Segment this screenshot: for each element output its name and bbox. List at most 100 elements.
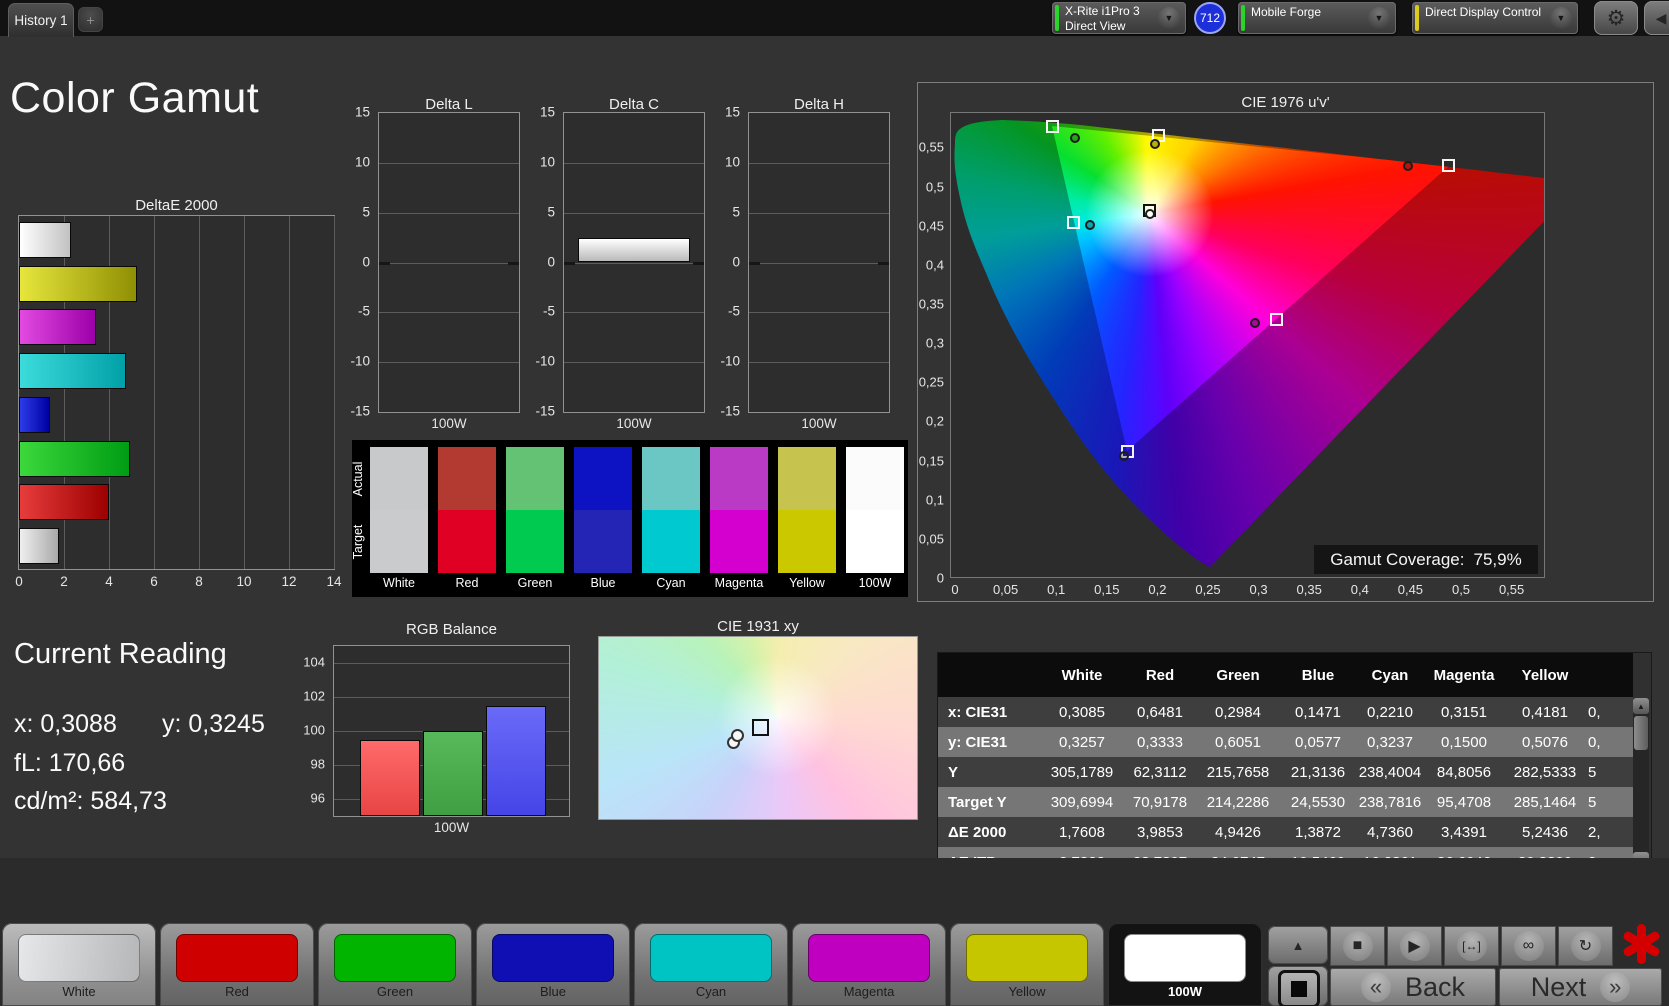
gridline	[749, 362, 889, 364]
actual-swatch-blue	[574, 447, 632, 510]
x-tick-label: 0,3	[1249, 582, 1268, 597]
scrollbar-thumb[interactable]	[1634, 716, 1648, 750]
pattern-source-dropdown[interactable]: Mobile Forge ▼	[1238, 2, 1396, 34]
swatch-column-label: Cyan	[656, 576, 686, 590]
chevron-left-icon: ◀	[1655, 9, 1667, 26]
measured-marker-yellow	[1150, 139, 1161, 150]
display-control-dropdown[interactable]: Direct Display Control ▼	[1412, 2, 1578, 34]
y-tick-label: 0	[732, 254, 740, 269]
actual-swatch-cyan	[642, 447, 700, 510]
gridline	[244, 216, 245, 569]
delta-chart-y-axis: 15 10 5 0 -5 -10 -15	[527, 105, 559, 419]
y-tick-label: 0,5	[925, 179, 944, 194]
zero-tick	[749, 261, 760, 265]
measured-marker-blue	[1119, 451, 1130, 462]
table-cell: 0,0577	[1295, 733, 1341, 751]
table-column-header-blue: Blue	[1301, 666, 1335, 684]
back-button[interactable]: « Back	[1330, 968, 1496, 1006]
y-tick-label: 0,35	[918, 296, 944, 312]
reading-x-value: x: 0,3088	[14, 710, 117, 738]
collapse-panel-button[interactable]: ◀	[1644, 1, 1669, 35]
pattern-button-green[interactable]: Green	[318, 923, 472, 1006]
transport-loop-button[interactable]: ∞	[1501, 926, 1556, 966]
table-cell: 0,6481	[1137, 703, 1183, 721]
settings-gear-button[interactable]: ⚙	[1594, 1, 1638, 35]
y-tick-label: -5	[727, 303, 740, 319]
swatch-column-label: White	[383, 576, 415, 590]
table-cell: 4,7360	[1367, 823, 1413, 841]
x-tick-label: 0,5	[1451, 582, 1471, 597]
y-tick-label: -5	[357, 303, 370, 319]
chevron-down-icon: ▼	[1158, 7, 1180, 29]
rgb-balance-chart	[333, 645, 570, 817]
delta_c-bar	[578, 237, 690, 263]
arrow-up-icon: ▲	[1291, 937, 1305, 953]
pattern-button-100w[interactable]: 100W	[1108, 923, 1262, 1006]
rgb-bar-blue	[486, 705, 546, 816]
transport-play-button[interactable]: ▶	[1387, 926, 1442, 966]
table-cell: 24,5530	[1290, 793, 1346, 811]
y-tick-label: 15	[354, 104, 370, 120]
target-marker-white	[751, 719, 769, 737]
next-button[interactable]: Next »	[1499, 968, 1662, 1006]
deltae-chart-title: DeltaE 2000	[135, 197, 218, 214]
transport-stop-button[interactable]: ■	[1330, 926, 1385, 966]
table-clipped-cell: 5	[1588, 793, 1597, 811]
arrow-up-icon: ▲	[1637, 701, 1645, 711]
add-tab-button[interactable]: +	[78, 7, 103, 32]
scroll-up-button[interactable]: ▲	[1633, 698, 1649, 714]
x-tick-label: 0,4	[1350, 582, 1369, 597]
pattern-button-cyan[interactable]: Cyan	[634, 923, 788, 1006]
pattern-status-stripe	[1241, 5, 1245, 31]
y-tick-label: -5	[542, 303, 555, 319]
cie1976-y-axis: 0 0,05 0,1 0,15 0,2 0,25 0,3 0,35 0,4 0,45 0,5 0,55	[908, 112, 948, 586]
y-tick-label: 98	[310, 756, 325, 772]
y-tick-label: 5	[732, 204, 740, 220]
pattern-button-label: Red	[225, 984, 249, 999]
pattern-level-up-button[interactable]: ▲	[1268, 926, 1328, 964]
pattern-button-magenta[interactable]: Magenta	[792, 923, 946, 1006]
delta-chart-title: Delta L	[425, 96, 473, 113]
pattern-window-button[interactable]	[1268, 966, 1328, 1006]
target-swatch-cyan	[642, 510, 700, 573]
pattern-button-label: White	[62, 984, 96, 999]
x-tick-label: 12	[281, 574, 297, 589]
zero-tick	[693, 261, 704, 265]
target-marker-cyan	[1066, 216, 1080, 230]
table-vertical-scrollbar[interactable]: ▲ ▼	[1633, 698, 1649, 868]
pattern-button-blue[interactable]: Blue	[476, 923, 630, 1006]
transport-size-button[interactable]: [↔]	[1444, 926, 1499, 966]
zero-tick	[508, 261, 519, 265]
table-cell: 0,6051	[1215, 733, 1261, 751]
transport-refresh-button[interactable]: ↻	[1558, 926, 1613, 966]
pattern-button-white[interactable]: White	[2, 923, 156, 1006]
cie1976-title: CIE 1976 u'v'	[1241, 94, 1330, 111]
gridline	[749, 262, 889, 264]
top-bar: History 1 + X-Rite i1Pro 3 Direct View ▼ …	[0, 0, 1669, 37]
table-column-header-green: Green	[1216, 666, 1260, 684]
table-cell: 4,9426	[1215, 823, 1261, 841]
chevrons-right-icon: »	[1600, 972, 1631, 1002]
y-tick-label: 15	[724, 104, 740, 120]
y-tick-label: 5	[362, 204, 370, 220]
control-status-stripe	[1415, 5, 1419, 31]
table-cell: 238,4004	[1358, 763, 1422, 781]
rgb-bar-red	[360, 739, 420, 816]
reading-cdm2-value: cd/m²: 584,73	[14, 787, 167, 815]
x-tick-label: 8	[195, 574, 203, 589]
pattern-button-yellow[interactable]: Yellow	[950, 923, 1104, 1006]
pattern-button-label: Green	[376, 984, 414, 999]
deltae-bar-yellow	[19, 265, 137, 302]
table-cell: 1,7608	[1059, 823, 1105, 841]
tab-history-1[interactable]: History 1	[8, 3, 74, 37]
deltae-bar-magenta	[19, 309, 97, 346]
meter-dropdown[interactable]: X-Rite i1Pro 3 Direct View ▼	[1052, 2, 1186, 34]
gridline	[749, 312, 889, 314]
measured-marker-green	[1070, 133, 1081, 144]
y-tick-label: 102	[303, 688, 325, 704]
actual-swatch-red	[438, 447, 496, 510]
gridline	[379, 162, 519, 164]
swatch-column-label: Magenta	[714, 576, 764, 590]
pattern-button-red[interactable]: Red	[160, 923, 314, 1006]
table-cell: 309,6994	[1050, 793, 1114, 811]
